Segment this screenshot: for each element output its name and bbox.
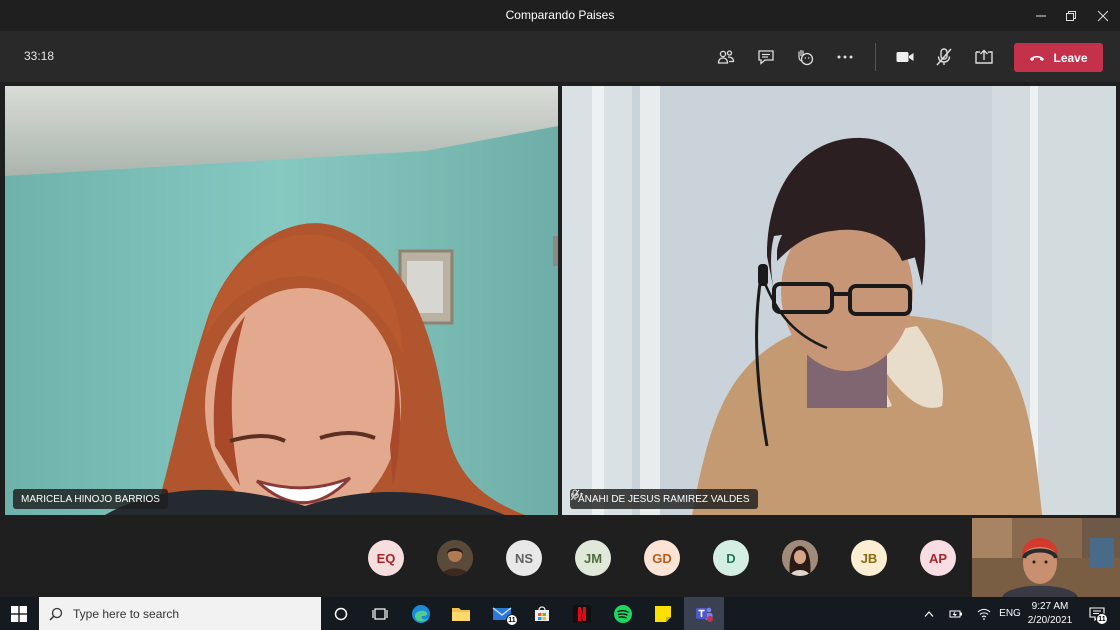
roster-avatar[interactable]: JB [851,540,887,576]
roster-avatar[interactable]: EQ [368,540,404,576]
mic-muted-icon [936,48,952,66]
roster-avatar-photo[interactable] [437,540,473,576]
participant-name: MARICELA HINOJO BARRIOS [21,493,160,505]
roster-avatar[interactable]: JM [575,540,611,576]
cortana-button[interactable] [321,597,361,630]
edge-app[interactable] [401,597,441,630]
teams-app[interactable] [684,597,724,630]
start-button[interactable] [0,597,38,630]
avatar-initials: JM [583,550,603,566]
taskbar-clock[interactable]: 9:27 AM 2/20/2021 [1026,600,1074,628]
language-indicator[interactable]: ENG [998,597,1022,630]
cortana-circle-icon [334,607,348,620]
hang-up-icon [1030,55,1045,61]
participant-name: ANAHI DE JESUS RAMIREZ VALDES [578,493,750,505]
avatar-initials: NS [514,550,534,566]
minimize-icon [1036,15,1046,16]
chat-icon [758,50,774,65]
camera-button[interactable] [892,44,918,70]
roster-avatar[interactable]: D [713,540,749,576]
share-tray-icon [975,49,993,64]
edge-browser-icon [412,604,430,623]
close-button[interactable] [1086,0,1120,31]
meeting-timer: 33:18 [24,49,55,63]
self-video [972,518,1120,597]
sticky-notes-app[interactable] [643,597,683,630]
self-view-video[interactable] [972,518,1120,597]
battery-plug-icon [949,610,962,617]
roster-avatar[interactable]: NS [506,540,542,576]
network-button[interactable] [974,597,994,630]
restore-button[interactable] [1054,0,1088,31]
avatar-initials: D [726,550,736,566]
netflix-icon [573,604,591,623]
video-stage: MARICELA HINOJO BARRIOS ANAHI DE JESUS R… [0,82,1120,516]
spotify-app[interactable] [603,597,643,630]
mail-app[interactable]: 11 [482,597,522,630]
title-bar: Comparando Paises [0,0,1120,31]
clock-time: 9:27 AM [1031,601,1069,612]
participant-nametag: ANAHI DE JESUS RAMIREZ VALDES [570,489,758,509]
chat-button[interactable] [753,44,779,70]
windows-taskbar: Type here to search 11 ENG 9:27 AM 2/20/… [0,597,1120,630]
taskbar-search-box[interactable]: Type here to search [39,597,321,630]
close-icon [1097,10,1109,21]
video-tile-maricela[interactable]: MARICELA HINOJO BARRIOS [5,86,558,515]
minimize-button[interactable] [1024,0,1058,31]
more-icon[interactable] [570,489,584,499]
mic-button[interactable] [931,44,957,70]
action-center-button[interactable]: 11 [1082,597,1112,630]
store-app[interactable] [522,597,562,630]
participant-roster: EQ NS JM GD D JB AP [0,516,1120,597]
search-icon [49,607,63,621]
avatar-initials: EQ [376,550,396,566]
mail-badge: 11 [506,614,518,626]
chevron-up-icon [924,610,934,617]
sticky-notes-icon [655,605,671,622]
roster-avatar[interactable]: GD [644,540,680,576]
search-placeholder: Type here to search [73,606,180,621]
show-hidden-icons-button[interactable] [920,597,938,630]
meeting-toolbar: 33:18 Leave [0,31,1120,82]
restore-icon [1066,10,1076,21]
language-code: ENG [999,608,1021,619]
netflix-app[interactable] [562,597,602,630]
people-icon [717,50,735,64]
toolbar-divider [875,43,876,71]
avatar-initials: JB [860,550,878,566]
reactions-button[interactable] [792,44,818,70]
camera-icon [896,52,914,62]
teams-icon [696,607,713,622]
participant-nametag: MARICELA HINOJO BARRIOS [13,489,168,509]
task-view-icon [372,607,388,620]
leave-button[interactable]: Leave [1014,43,1103,72]
more-actions-button[interactable] [832,44,858,70]
participant-video [5,86,558,515]
store-bag-icon [535,605,549,621]
more-icon [837,55,853,59]
share-screen-button[interactable] [971,44,997,70]
roster-avatar-photo[interactable] [782,540,818,576]
clock-date: 2/20/2021 [1027,615,1073,626]
avatar-photo [782,540,818,576]
task-view-button[interactable] [360,597,400,630]
battery-button[interactable] [946,597,966,630]
wifi-icon [977,608,991,620]
participant-video [562,86,1116,515]
avatar-photo [437,540,473,576]
notification-badge: 11 [1096,613,1108,625]
participants-button[interactable] [713,44,739,70]
avatar-initials: AP [928,550,948,566]
file-explorer-app[interactable] [441,597,481,630]
spotify-icon [614,604,632,623]
windows-logo-icon [11,605,27,622]
avatar-initials: GD [652,550,672,566]
window-title: Comparando Paises [505,8,615,22]
raise-hand-icon [798,50,814,66]
roster-avatar[interactable]: AP [920,540,956,576]
video-tile-anahi[interactable]: ANAHI DE JESUS RAMIREZ VALDES [562,86,1116,515]
folder-icon [452,607,470,621]
leave-label: Leave [1053,50,1088,65]
